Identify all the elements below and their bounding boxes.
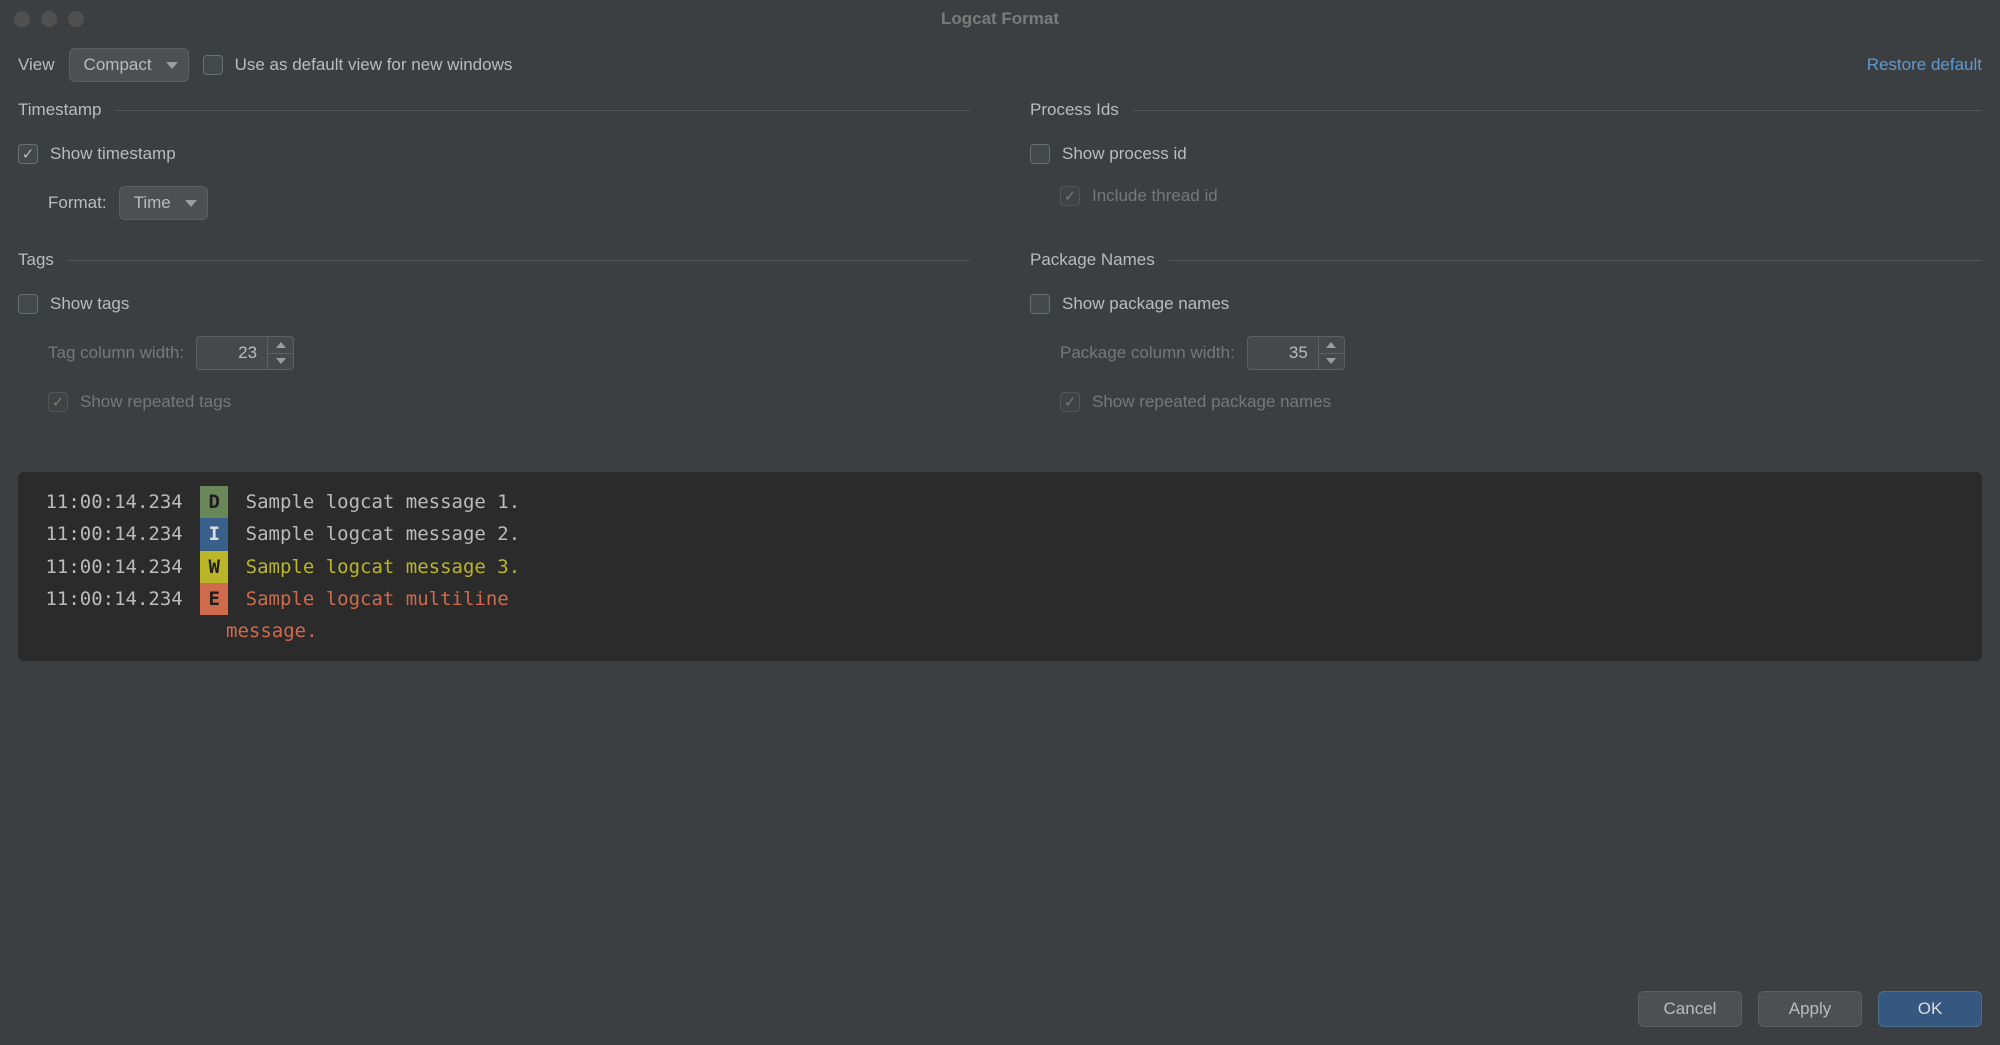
show-repeated-packages-label: Show repeated package names (1092, 392, 1331, 412)
show-tags-label: Show tags (50, 294, 129, 314)
stepper-up-icon[interactable] (268, 337, 293, 354)
use-default-label: Use as default view for new windows (235, 55, 513, 75)
log-level-badge: W (200, 551, 228, 583)
log-line: 11:00:14.234 D Sample logcat message 1. (34, 486, 1966, 518)
log-level-badge: I (200, 518, 228, 550)
package-width-input[interactable] (1248, 337, 1318, 369)
show-process-id-label: Show process id (1062, 144, 1187, 164)
format-label: Format: (48, 193, 107, 213)
view-select-value: Compact (84, 55, 152, 75)
section-title: Tags (18, 250, 54, 270)
stepper-up-icon[interactable] (1319, 337, 1344, 354)
restore-default-link[interactable]: Restore default (1867, 55, 1982, 75)
show-repeated-packages-checkbox (1060, 392, 1080, 412)
zoom-window-icon[interactable] (68, 11, 84, 27)
dialog-footer: Cancel Apply OK (0, 973, 2000, 1045)
format-select-value: Time (134, 193, 171, 213)
log-message: Sample logcat message 3. (246, 556, 521, 578)
log-preview: 11:00:14.234 D Sample logcat message 1. … (18, 472, 1982, 661)
minimize-window-icon[interactable] (41, 11, 57, 27)
stepper-down-icon[interactable] (1319, 354, 1344, 370)
divider (1169, 260, 1982, 261)
divider (68, 260, 970, 261)
show-process-id-checkbox[interactable] (1030, 144, 1050, 164)
cancel-button[interactable]: Cancel (1638, 991, 1742, 1027)
show-timestamp-label: Show timestamp (50, 144, 176, 164)
section-title: Timestamp (18, 100, 101, 120)
log-message: Sample logcat multiline (246, 588, 509, 610)
include-thread-id-checkbox (1060, 186, 1080, 206)
show-repeated-tags-checkbox (48, 392, 68, 412)
section-package-names: Package Names Show package names Package… (1030, 250, 1982, 412)
log-level-badge: D (200, 486, 228, 518)
package-width-label: Package column width: (1060, 343, 1235, 363)
stepper-down-icon[interactable] (268, 354, 293, 370)
apply-button[interactable]: Apply (1758, 991, 1862, 1027)
log-level-badge: E (200, 583, 228, 615)
show-package-names-label: Show package names (1062, 294, 1229, 314)
log-message-continuation: message. (34, 615, 1966, 647)
toolbar: View Compact Use as default view for new… (0, 38, 2000, 100)
window-title: Logcat Format (0, 9, 2000, 29)
close-window-icon[interactable] (14, 11, 30, 27)
log-line: 11:00:14.234 W Sample logcat message 3. (34, 551, 1966, 583)
log-message: Sample logcat message 1. (246, 491, 521, 513)
chevron-down-icon (185, 200, 197, 207)
divider (115, 110, 970, 111)
format-select[interactable]: Time (119, 186, 208, 220)
log-timestamp: 11:00:14.234 (45, 556, 182, 578)
package-width-stepper[interactable] (1247, 336, 1345, 370)
log-line: 11:00:14.234 I Sample logcat message 2. (34, 518, 1966, 550)
include-thread-id-label: Include thread id (1092, 186, 1218, 206)
tag-width-stepper[interactable] (196, 336, 294, 370)
log-timestamp: 11:00:14.234 (45, 523, 182, 545)
log-timestamp: 11:00:14.234 (45, 588, 182, 610)
log-message: Sample logcat message 2. (246, 523, 521, 545)
tag-width-label: Tag column width: (48, 343, 184, 363)
view-label: View (18, 55, 55, 75)
tag-width-input[interactable] (197, 337, 267, 369)
log-line: 11:00:14.234 E Sample logcat multiline (34, 583, 1966, 615)
use-default-checkbox[interactable] (203, 55, 223, 75)
divider (1133, 110, 1982, 111)
show-package-names-checkbox[interactable] (1030, 294, 1050, 314)
view-select[interactable]: Compact (69, 48, 189, 82)
show-timestamp-checkbox[interactable] (18, 144, 38, 164)
chevron-down-icon (166, 62, 178, 69)
log-timestamp: 11:00:14.234 (45, 491, 182, 513)
section-process-ids: Process Ids Show process id Include thre… (1030, 100, 1982, 220)
titlebar: Logcat Format (0, 0, 2000, 38)
section-title: Process Ids (1030, 100, 1119, 120)
show-tags-checkbox[interactable] (18, 294, 38, 314)
section-tags: Tags Show tags Tag column width: Show re… (18, 250, 970, 412)
section-timestamp: Timestamp Show timestamp Format: Time (18, 100, 970, 220)
show-repeated-tags-label: Show repeated tags (80, 392, 231, 412)
section-title: Package Names (1030, 250, 1155, 270)
traffic-lights (14, 11, 84, 27)
ok-button[interactable]: OK (1878, 991, 1982, 1027)
